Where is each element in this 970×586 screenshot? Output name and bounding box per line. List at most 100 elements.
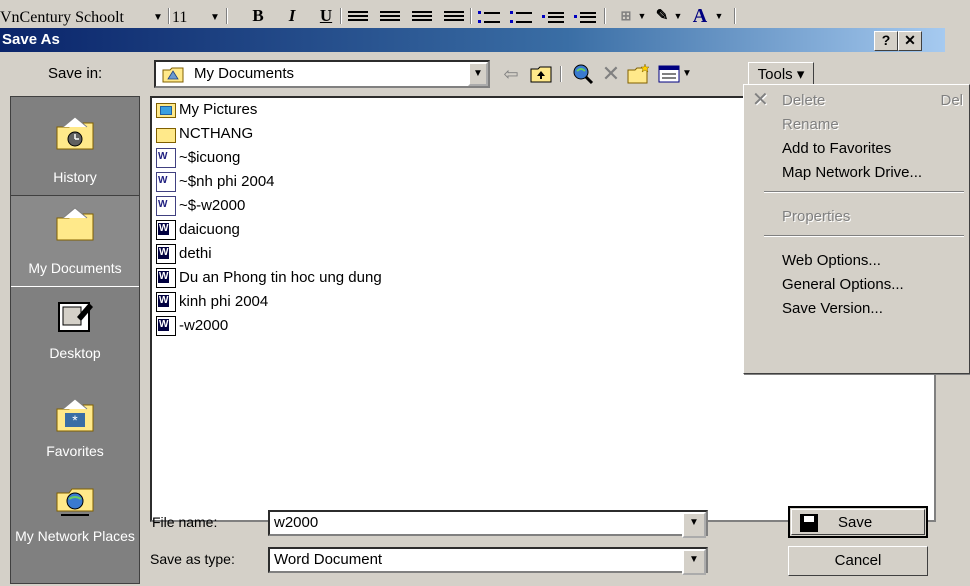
network-places-icon (56, 488, 94, 516)
list-item[interactable]: My Pictures (156, 98, 257, 122)
file-name-field[interactable]: w2000 ▼ (268, 510, 708, 538)
save-in-value: My Documents (194, 65, 295, 82)
chevron-down-icon[interactable]: ▼ (207, 9, 223, 27)
highlight-icon[interactable]: ✎ (652, 6, 672, 26)
word-document-icon (156, 244, 176, 265)
menu-item-properties[interactable]: Properties (744, 205, 969, 229)
list-item[interactable]: ~$nh phi 2004 (156, 170, 275, 194)
font-color-button[interactable]: A (688, 6, 712, 26)
bold-button[interactable]: B (248, 6, 268, 26)
place-my-documents[interactable]: My Documents (11, 195, 139, 287)
place-label: History (53, 169, 97, 185)
new-folder-icon[interactable] (626, 60, 652, 88)
views-icon[interactable] (656, 60, 682, 88)
save-as-dialog: Save As ? ✕ Save in: My Documents ▼ ⇦ ✕ … (0, 28, 970, 586)
close-button[interactable]: ✕ (898, 31, 922, 51)
folder-icon (156, 127, 176, 143)
menu-item-delete[interactable]: ✕ Delete Del (744, 89, 969, 113)
save-in-label: Save in: (48, 65, 103, 82)
save-button[interactable]: Save (788, 506, 928, 538)
pictures-folder-icon (156, 102, 176, 118)
underline-button[interactable]: U (316, 6, 336, 26)
save-as-type-value: Word Document (274, 551, 383, 568)
place-label: My Documents (28, 260, 122, 276)
word-document-icon (156, 268, 176, 289)
word-document-icon (156, 316, 176, 337)
file-name-value: w2000 (274, 514, 319, 531)
menu-item-save-version[interactable]: Save Version... (744, 297, 969, 321)
back-arrow-icon[interactable]: ⇦ (498, 60, 524, 88)
place-my-network-places[interactable]: My Network Places (11, 479, 139, 569)
search-web-icon[interactable] (570, 60, 596, 88)
place-history[interactable]: History (11, 107, 139, 197)
menu-item-map-network-drive[interactable]: Map Network Drive... (744, 161, 969, 185)
list-item[interactable]: ~$-w2000 (156, 194, 245, 218)
font-name-box[interactable]: VnCentury Schoolt (0, 8, 150, 28)
menu-separator (764, 191, 964, 193)
save-as-type-dropdown[interactable]: Word Document ▼ (268, 547, 708, 575)
chevron-down-icon[interactable]: ▼ (468, 62, 488, 86)
list-item[interactable]: -w2000 (156, 314, 228, 338)
justify-icon[interactable] (444, 11, 464, 23)
italic-button[interactable]: I (282, 6, 302, 26)
menu-item-rename[interactable]: Rename (744, 113, 969, 137)
place-label: Desktop (49, 345, 101, 361)
list-item[interactable]: daicuong (156, 218, 240, 242)
font-size-box[interactable]: 11 (172, 8, 212, 28)
my-documents-folder-icon (56, 207, 94, 241)
chevron-down-icon[interactable]: ▼ (712, 6, 726, 26)
list-item[interactable]: kinh phi 2004 (156, 290, 268, 314)
up-folder-icon[interactable] (528, 60, 554, 88)
place-desktop[interactable]: Desktop (11, 295, 139, 385)
chevron-down-icon[interactable]: ▼ (682, 549, 706, 575)
place-label: Favorites (46, 443, 104, 459)
save-as-type-label: Save as type: (150, 551, 235, 567)
chevron-down-icon[interactable]: ▼ (682, 512, 706, 538)
cancel-button[interactable]: Cancel (788, 546, 928, 576)
menu-separator (764, 235, 964, 237)
increase-indent-icon[interactable] (574, 11, 596, 23)
history-folder-icon (56, 116, 94, 150)
list-item[interactable]: Du an Phong tin hoc ung dung (156, 266, 382, 290)
floppy-disk-icon (800, 514, 818, 532)
place-label: My Network Places (15, 528, 135, 544)
delete-icon[interactable]: ✕ (598, 60, 624, 88)
word-document-icon (156, 196, 176, 217)
align-left-icon[interactable] (348, 11, 368, 23)
align-center-icon[interactable] (380, 11, 400, 23)
align-right-icon[interactable] (412, 11, 432, 23)
word-document-icon (156, 292, 176, 313)
chevron-down-icon[interactable]: ▼ (150, 9, 166, 27)
save-button-label: Save (838, 514, 873, 531)
bullets-icon[interactable] (510, 11, 532, 23)
dialog-title: Save As (2, 31, 60, 48)
list-item[interactable]: dethi (156, 242, 212, 266)
desktop-icon (58, 302, 93, 332)
title-bar[interactable]: Save As ? ✕ (0, 28, 945, 52)
menu-item-general-options[interactable]: General Options... (744, 273, 969, 297)
list-item[interactable]: ~$icuong (156, 146, 240, 170)
formatting-toolbar: VnCentury Schoolt ▼ 11 ▼ B I U ⊞ ▼ ✎ ▼ A… (0, 0, 970, 28)
favorites-folder-icon: * (56, 398, 94, 432)
save-in-dropdown[interactable]: My Documents ▼ (154, 60, 490, 88)
decrease-indent-icon[interactable] (542, 11, 564, 23)
my-documents-folder-icon (162, 67, 184, 83)
chevron-down-icon[interactable]: ▼ (680, 60, 694, 88)
delete-icon: ✕ (752, 89, 769, 111)
border-icon[interactable]: ⊞ (616, 6, 636, 26)
word-document-icon (156, 220, 176, 241)
menu-item-web-options[interactable]: Web Options... (744, 249, 969, 273)
place-favorites[interactable]: * Favorites (11, 393, 139, 483)
chevron-down-icon[interactable]: ▼ (672, 6, 684, 26)
menu-item-add-to-favorites[interactable]: Add to Favorites (744, 137, 969, 161)
svg-text:*: * (72, 412, 78, 428)
chevron-down-icon[interactable]: ▼ (636, 6, 648, 26)
word-document-icon (156, 148, 176, 169)
places-bar: History My Documents Desktop * Favorites… (10, 96, 140, 584)
list-item[interactable]: NCTHANG (156, 122, 253, 146)
file-name-label: File name: (152, 514, 218, 530)
numbering-icon[interactable] (478, 11, 500, 23)
tools-menu: ✕ Delete Del Rename Add to Favorites Map… (743, 84, 970, 374)
word-document-icon (156, 172, 176, 193)
help-button[interactable]: ? (874, 31, 898, 51)
